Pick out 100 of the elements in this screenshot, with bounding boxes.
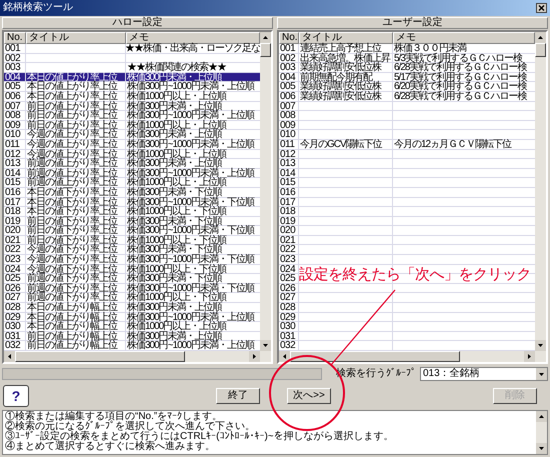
table-cell[interactable]: 031 bbox=[4, 332, 26, 340]
table-cell[interactable]: 030 bbox=[4, 322, 26, 331]
table-cell[interactable]: 006 bbox=[4, 92, 26, 101]
column-header[interactable]: No. bbox=[279, 32, 299, 44]
close-icon[interactable] bbox=[536, 3, 547, 13]
table-cell[interactable]: 業績好調割安低位株 bbox=[299, 92, 393, 101]
table-cell[interactable]: 本日の値下がり率上位 bbox=[26, 207, 126, 216]
table-cell[interactable]: 株価300円~1000円未満・上位順 bbox=[126, 168, 260, 178]
table-cell[interactable]: 002 bbox=[4, 54, 26, 62]
table-cell[interactable]: 009 bbox=[4, 120, 26, 130]
table-cell[interactable]: 024 bbox=[279, 264, 299, 274]
table-cell[interactable]: 今週の値下がり率上位 bbox=[26, 245, 126, 254]
table-cell[interactable]: 023 bbox=[4, 255, 26, 264]
table-cell[interactable]: 001 bbox=[279, 44, 299, 53]
table-cell[interactable]: 株価300円~1000円未満・上位順 bbox=[126, 312, 260, 322]
table-cell[interactable]: 株価300円未満・下位順 bbox=[126, 216, 260, 226]
table-cell[interactable]: 今週の値上がり率上位 bbox=[26, 140, 126, 149]
scrollbar[interactable] bbox=[4, 351, 271, 362]
table-cell[interactable]: 株価300円未満・上位順 bbox=[126, 130, 260, 139]
table-cell[interactable]: 020 bbox=[279, 226, 299, 235]
help-button[interactable]: ? bbox=[3, 385, 29, 407]
table-cell[interactable]: 株価300円~1000円未満・下位順 bbox=[126, 284, 260, 292]
scrollbar[interactable] bbox=[279, 351, 546, 362]
table-cell[interactable]: 前週の値下がり率上位 bbox=[26, 284, 126, 292]
table-cell[interactable]: 本日の値上がり幅上位 bbox=[26, 322, 126, 331]
scroll-thumb[interactable] bbox=[290, 351, 460, 362]
table-cell[interactable]: 008 bbox=[279, 111, 299, 120]
table-cell[interactable]: 本日の値上がり幅上位 bbox=[26, 303, 126, 312]
table-cell[interactable]: 今週の値下がり率上位 bbox=[26, 255, 126, 264]
table-cell[interactable]: 前週の値下がり率上位 bbox=[26, 293, 126, 302]
table-cell[interactable]: 株価300円未満・下位順 bbox=[126, 188, 260, 196]
column-header[interactable]: メモ bbox=[126, 32, 260, 44]
table-cell[interactable]: 株価1000円以上・上位順 bbox=[126, 178, 260, 187]
table-cell[interactable]: ★★株価・出来高・ローソク足な bbox=[124, 44, 260, 53]
table-cell[interactable]: 003 bbox=[4, 63, 26, 72]
table-cell[interactable]: 004 bbox=[279, 72, 299, 82]
table-cell[interactable]: 前日の値上がり率上位 bbox=[26, 120, 126, 130]
table-cell[interactable]: 023 bbox=[279, 255, 299, 264]
table-cell[interactable]: 株価300円~1000円未満・上位順 bbox=[126, 111, 260, 120]
table-cell[interactable]: 019 bbox=[279, 216, 299, 226]
table-cell[interactable]: 今週の値下がり率上位 bbox=[26, 264, 126, 274]
scroll-thumb[interactable] bbox=[260, 43, 271, 57]
table-cell[interactable]: 016 bbox=[279, 188, 299, 196]
table-cell[interactable]: 6/28実戦で利用するＧＣハロー検 bbox=[393, 92, 535, 101]
table-cell[interactable]: 018 bbox=[4, 207, 26, 216]
table-cell[interactable]: 前日の値上がり率上位 bbox=[26, 111, 126, 120]
table-cell[interactable]: 012 bbox=[4, 150, 26, 158]
table-cell[interactable]: 026 bbox=[279, 284, 299, 292]
table-cell[interactable]: 株価1000円以上・上位順 bbox=[126, 120, 260, 130]
table-cell[interactable]: 021 bbox=[4, 236, 26, 244]
table-cell[interactable]: 025 bbox=[4, 274, 26, 283]
table-cell[interactable]: 前日の値下がり率上位 bbox=[26, 216, 126, 226]
table-cell[interactable]: 株価1000円以上・下位順 bbox=[126, 207, 260, 216]
table-cell[interactable]: 今月の12ヵ月ＧＣＶ陽転下位 bbox=[393, 140, 535, 149]
scroll-thumb[interactable] bbox=[535, 43, 546, 57]
table-cell[interactable]: 002 bbox=[279, 54, 299, 62]
table-cell[interactable]: 出来高急増。株価上昇 bbox=[299, 54, 393, 62]
table-cell[interactable]: 032 bbox=[4, 341, 26, 350]
table-cell[interactable]: 今月のGCV陽転下位 bbox=[299, 140, 393, 149]
table-cell[interactable]: 018 bbox=[279, 207, 299, 216]
table-cell[interactable]: 019 bbox=[4, 216, 26, 226]
table-cell[interactable]: 株価300円~1000円未満・下位順 bbox=[126, 198, 260, 206]
table-cell[interactable]: 006 bbox=[279, 92, 299, 101]
scrollbar[interactable] bbox=[536, 411, 547, 454]
scrollbar[interactable] bbox=[535, 32, 546, 351]
table-cell[interactable]: 前日の値下がり率上位 bbox=[26, 226, 126, 235]
table-cell[interactable]: 026 bbox=[4, 284, 26, 292]
table-cell[interactable]: 6/28実戦で利用するＧＣハロー検 bbox=[393, 63, 535, 72]
table-cell[interactable]: 005 bbox=[4, 82, 26, 91]
table-cell[interactable]: 株価300円未満・上位順 bbox=[126, 332, 260, 340]
table-cell[interactable]: 株価300円~1000円未満・上位順 bbox=[126, 341, 260, 350]
scroll-thumb[interactable] bbox=[15, 351, 185, 362]
table-cell[interactable]: 001 bbox=[4, 44, 26, 53]
table-cell[interactable]: 6/20実戦で利用するＧＣハロー検 bbox=[393, 82, 535, 91]
column-header[interactable]: タイトル bbox=[26, 32, 126, 44]
column-header[interactable]: メモ bbox=[393, 32, 535, 44]
table-cell[interactable]: 株価300円未満・下位順 bbox=[126, 245, 260, 254]
table-cell[interactable]: 株価300円未満・上位順 bbox=[126, 159, 260, 168]
table-cell[interactable]: 前週の値下がり率上位 bbox=[26, 274, 126, 283]
table-cell[interactable]: 014 bbox=[279, 168, 299, 178]
table-cell[interactable]: 014 bbox=[4, 168, 26, 178]
table-cell[interactable]: 017 bbox=[279, 198, 299, 206]
table-cell[interactable]: 業績好調割安低位株 bbox=[299, 82, 393, 91]
table-cell[interactable]: 株価1000円以上・上位順 bbox=[126, 322, 260, 331]
scrollbar[interactable] bbox=[260, 32, 271, 351]
table-cell[interactable]: 010 bbox=[4, 130, 26, 139]
table-cell[interactable]: 030 bbox=[279, 322, 299, 331]
table-cell[interactable]: 株価1000円以上・下位順 bbox=[126, 264, 260, 274]
action-button[interactable]: 終了 bbox=[216, 388, 260, 404]
table-cell[interactable]: 005 bbox=[279, 82, 299, 91]
table-cell[interactable]: 株価300円~1000円未満・下位順 bbox=[126, 255, 260, 264]
table-cell[interactable]: 株価300円~1000円未満・上位順 bbox=[126, 140, 260, 149]
table-cell[interactable]: 株価1000円以上・上位順 bbox=[126, 92, 260, 101]
table-cell[interactable]: 本日の値上がり率上位 bbox=[26, 92, 126, 101]
table-cell[interactable]: ★★株価関連の検索★★ bbox=[126, 63, 260, 72]
table-cell[interactable]: 021 bbox=[279, 236, 299, 244]
table-cell[interactable]: 本日の値上がり幅上位 bbox=[26, 312, 126, 322]
table-cell[interactable]: 029 bbox=[279, 312, 299, 322]
table-cell[interactable]: 022 bbox=[4, 245, 26, 254]
table-cell[interactable]: 株価300円~1000円未満・上位順 bbox=[126, 82, 260, 91]
